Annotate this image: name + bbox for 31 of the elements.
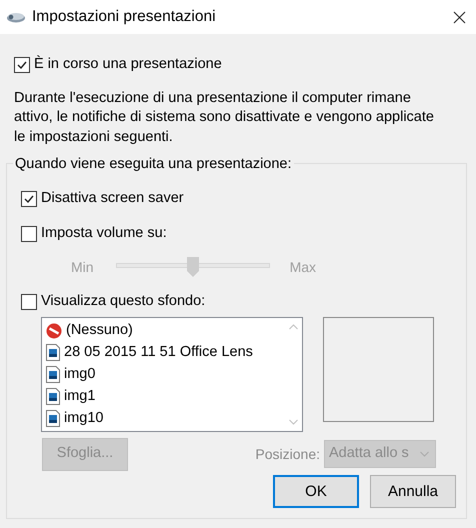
prohibited-icon bbox=[46, 322, 62, 338]
checkbox[interactable] bbox=[21, 294, 37, 310]
list-item[interactable]: (Nessuno) bbox=[66, 320, 133, 342]
checkbox-label: Disattiva screen saver bbox=[41, 189, 184, 208]
checkbox[interactable] bbox=[21, 226, 37, 242]
image-file-icon bbox=[46, 388, 60, 405]
list-item[interactable]: 28 05 2015 11 51 Office Lens bbox=[64, 342, 253, 364]
description-text: Durante l'esecuzione di una presentazione il computer rimane attivo, le notifiche di sistema sono disattivate e vengono applicate le impostazioni seguenti. bbox=[14, 88, 435, 147]
dialog-button[interactable]: OK bbox=[273, 475, 359, 508]
image-file-icon bbox=[46, 344, 60, 361]
checkbox-label: È in corso una presentazione bbox=[34, 54, 222, 74]
dialog-button[interactable]: Annulla bbox=[370, 475, 456, 508]
list-item[interactable]: img0 bbox=[64, 364, 96, 386]
max-label: Max bbox=[290, 258, 316, 278]
checkbox[interactable] bbox=[14, 56, 30, 73]
close-icon[interactable] bbox=[453, 10, 466, 24]
image-file-icon bbox=[46, 366, 60, 383]
position-label: Posizione: bbox=[255, 444, 320, 464]
window-title: Impostazioni presentazioni bbox=[32, 7, 217, 28]
projector-icon bbox=[6, 11, 26, 23]
image-list[interactable]: (Nessuno) 28 05 2015 11 51 Office Lens img0 img1 img10 bbox=[41, 316, 303, 432]
check-icon bbox=[23, 193, 35, 206]
checkbox-label: Imposta volume su: bbox=[41, 224, 167, 243]
checkbox-label: Visualizza questo sfondo: bbox=[41, 292, 206, 311]
list-item[interactable]: img1 bbox=[64, 386, 96, 408]
min-label: Min bbox=[71, 258, 94, 278]
dropdown-value: Adatta allo s bbox=[329, 444, 410, 464]
checkbox[interactable] bbox=[21, 191, 37, 208]
image-file-icon bbox=[46, 410, 60, 427]
list-item[interactable]: img10 bbox=[64, 408, 104, 430]
caret-icon bbox=[420, 451, 429, 457]
